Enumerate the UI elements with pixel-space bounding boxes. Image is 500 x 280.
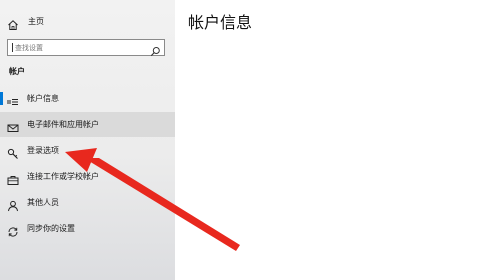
sidebar-item-label: 其他人员 — [27, 198, 59, 207]
page-title: 帐户信息 — [188, 13, 253, 32]
settings-sidebar: 主页 帐户 帐户信息 — [0, 0, 175, 280]
sidebar-item-label: 同步你的设置 — [27, 224, 75, 233]
sidebar-item-sign-in-options[interactable]: 登录选项 — [0, 138, 175, 163]
sidebar-home[interactable]: 主页 — [0, 12, 175, 32]
account-info-icon — [7, 93, 19, 105]
briefcase-icon — [7, 171, 19, 185]
key-icon — [7, 145, 19, 159]
sidebar-item-work-school[interactable]: 连接工作或学校帐户 — [0, 164, 175, 189]
sync-icon — [7, 223, 19, 237]
home-icon — [7, 16, 19, 30]
mail-icon — [7, 119, 19, 132]
search-icon[interactable] — [150, 42, 161, 57]
sidebar-item-label: 电子邮件和应用帐户 — [27, 120, 99, 129]
sidebar-item-email-accounts[interactable]: 电子邮件和应用帐户 — [0, 112, 175, 137]
sidebar-item-label: 登录选项 — [27, 146, 59, 155]
sidebar-item-label: 连接工作或学校帐户 — [27, 172, 99, 181]
sidebar-item-account-info[interactable]: 帐户信息 — [0, 86, 175, 111]
search-box[interactable] — [7, 39, 165, 57]
sidebar-home-label: 主页 — [28, 17, 44, 26]
sidebar-item-sync-settings[interactable]: 同步你的设置 — [0, 216, 175, 241]
text-caret — [12, 43, 13, 52]
sidebar-item-other-people[interactable]: 其他人员 — [0, 190, 175, 215]
section-header-accounts: 帐户 — [9, 67, 25, 76]
person-icon — [7, 197, 19, 212]
search-input[interactable] — [15, 40, 150, 55]
selection-indicator — [0, 92, 3, 105]
content-pane: 帐户信息 — [175, 0, 500, 280]
sidebar-item-label: 帐户信息 — [27, 94, 59, 103]
